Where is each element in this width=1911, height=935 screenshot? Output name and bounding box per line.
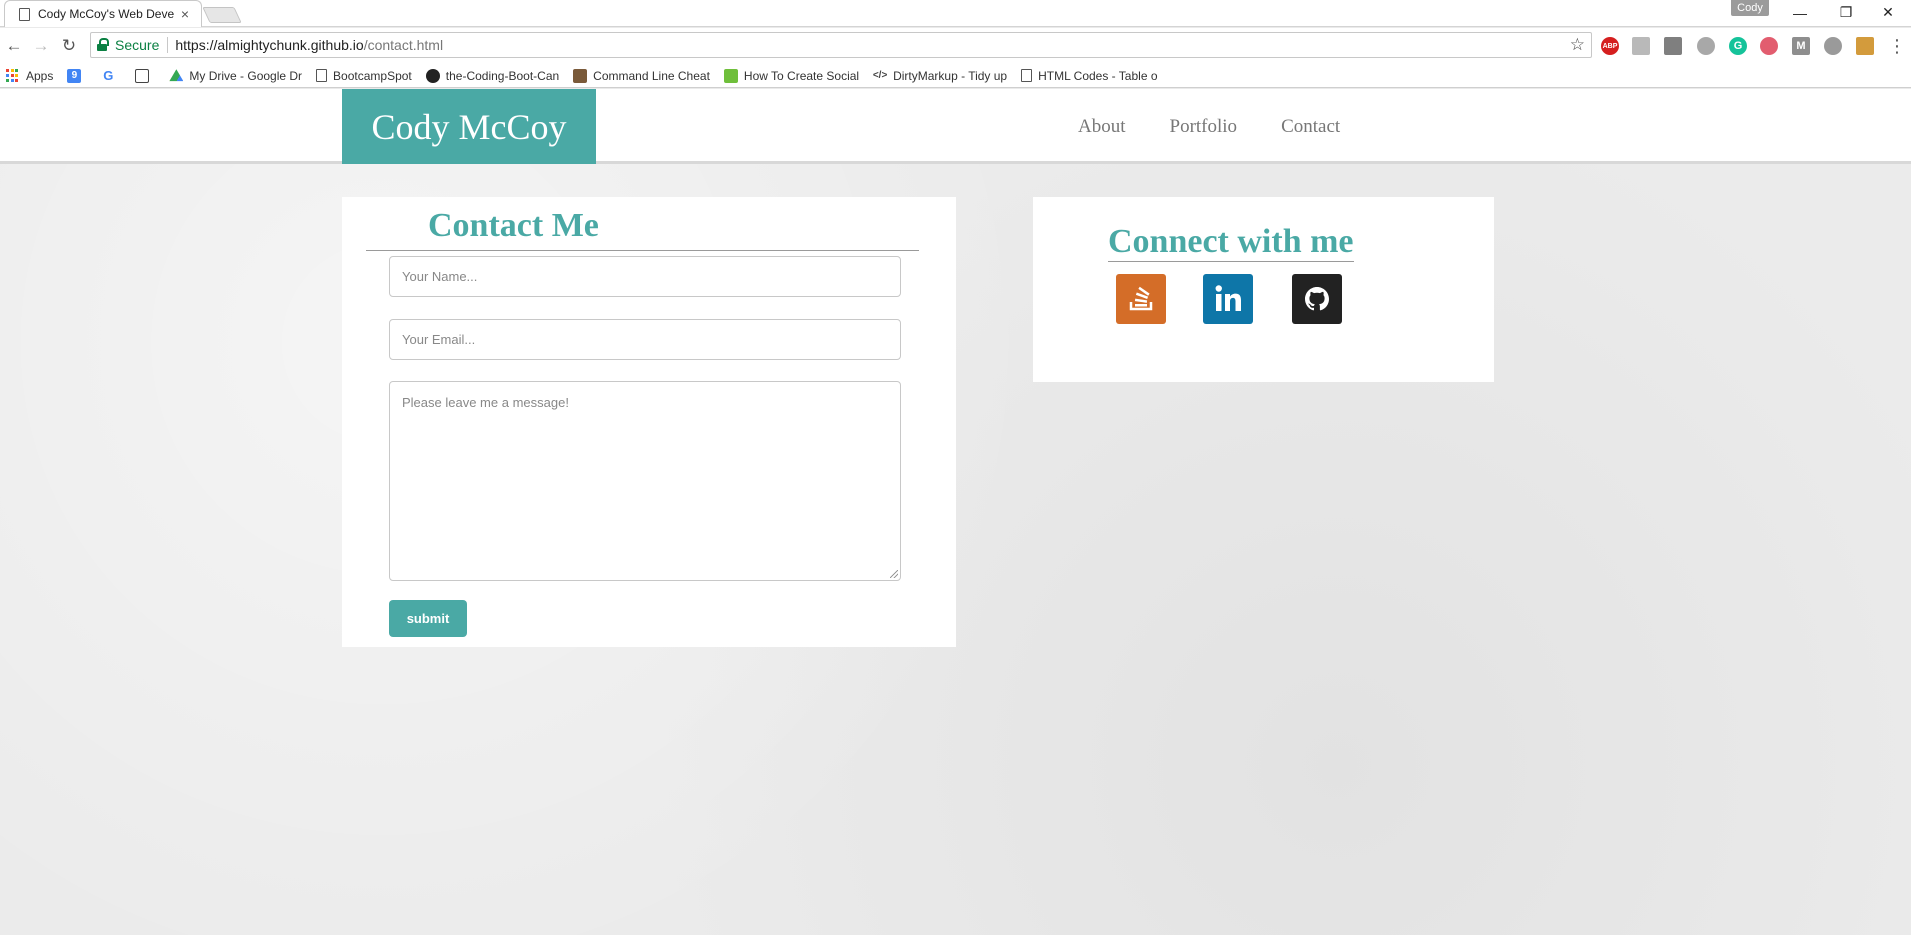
bookmark-google[interactable]: G (101, 68, 121, 83)
bookmark-dirtymarkup[interactable]: </> DirtyMarkup - Tidy up (873, 69, 1007, 83)
menu-kebab-icon[interactable]: ⋮ (1885, 34, 1909, 58)
ruler-icon[interactable] (1856, 37, 1874, 55)
omnibox-divider (167, 37, 169, 53)
site-header: Cody McCoy About Portfolio Contact (0, 89, 1911, 164)
url-host: https://almightychunk.github.io (175, 37, 364, 53)
profile-badge[interactable]: Cody (1731, 0, 1769, 16)
bookmark-label: My Drive - Google Dr (189, 68, 303, 83)
github-icon (1305, 287, 1329, 311)
bookmark-label: Command Line Cheat (593, 68, 710, 83)
address-bar[interactable]: Secure https://almightychunk.github.io /… (90, 32, 1592, 58)
linkedin-link[interactable] (1203, 274, 1253, 324)
page-icon (19, 7, 30, 21)
browser-tab-strip: Cody McCoy's Web Deve × Cody — ❐ ✕ (0, 0, 1911, 27)
contact-title: Contact Me (428, 207, 599, 244)
github-icon (425, 68, 440, 83)
email-placeholder: Your Email... (402, 332, 476, 347)
url-path: /contact.html (363, 37, 444, 53)
w3-icon (723, 68, 738, 83)
page-viewport: Cody McCoy About Portfolio Contact Conta… (0, 89, 1911, 935)
google-icon: G (103, 68, 114, 83)
bookmark-calendar[interactable]: 9 (67, 68, 87, 83)
github-link[interactable] (1292, 274, 1342, 324)
nav-about[interactable]: About (1078, 116, 1126, 138)
record-icon[interactable] (1760, 37, 1778, 55)
message-textarea[interactable]: Please leave me a message! (389, 381, 901, 581)
bookmark-coding-boot-camp[interactable]: the-Coding-Boot-Can (425, 68, 560, 83)
contact-card: Contact Me Your Name... Your Email... Pl… (342, 197, 956, 647)
stackoverflow-icon (1129, 286, 1153, 311)
apps-grid-icon (6, 68, 20, 83)
name-input[interactable]: Your Name... (389, 256, 901, 297)
bookmark-my-drive[interactable]: My Drive - Google Dr (169, 69, 302, 83)
code-icon: </> (872, 70, 888, 81)
site-brand[interactable]: Cody McCoy (342, 89, 596, 164)
bookmark-bootcampspot[interactable]: BootcampSpot (316, 69, 412, 83)
nav-portfolio[interactable]: Portfolio (1170, 116, 1238, 138)
resize-grip-icon[interactable] (890, 570, 898, 578)
message-placeholder: Please leave me a message! (402, 395, 569, 410)
page-icon (316, 69, 328, 82)
bookmarks-bar: Apps 9 G My Drive - Google Dr BootcampSp… (0, 64, 1911, 88)
bookmark-command-line-cheat[interactable]: Command Line Cheat (573, 68, 710, 83)
bookmark-apps[interactable]: Apps (6, 68, 54, 83)
reload-icon[interactable]: ↻ (57, 34, 81, 58)
tab-title: Cody McCoy's Web Deve (38, 7, 175, 21)
browser-toolbar: ← → ↻ Secure https://almightychunk.githu… (0, 28, 1911, 64)
site-nav: About Portfolio Contact (1078, 89, 1384, 164)
bookmark-label: DirtyMarkup - Tidy up (893, 68, 1008, 83)
bookmark-reader[interactable] (135, 68, 155, 83)
forward-icon[interactable]: → (29, 34, 53, 58)
bug-icon[interactable] (1824, 37, 1842, 55)
adblock-icon[interactable]: ABP (1601, 37, 1619, 55)
bookmark-html-codes[interactable]: HTML Codes - Table o (1021, 68, 1158, 83)
bookmark-label: Apps (26, 68, 54, 83)
linkedin-icon (1215, 285, 1241, 311)
connect-card: Connect with me (1033, 197, 1494, 382)
grammarly-icon[interactable]: G (1729, 37, 1747, 55)
bookmark-create-social[interactable]: How To Create Social (723, 68, 860, 83)
bookmark-star-icon[interactable]: ☆ (1570, 35, 1585, 55)
bookmark-label: the-Coding-Boot-Can (445, 68, 560, 83)
drive-extension-icon[interactable] (1697, 37, 1715, 55)
cheatsheet-icon (573, 68, 588, 83)
secure-label: Secure (115, 37, 160, 53)
m-extension-icon[interactable]: M (1792, 37, 1810, 55)
book-icon (135, 68, 150, 83)
connect-title: Connect with me (1108, 223, 1354, 262)
email-input[interactable]: Your Email... (389, 319, 901, 360)
submit-button[interactable]: submit (389, 600, 467, 637)
nav-contact[interactable]: Contact (1281, 116, 1340, 138)
extension-icon[interactable] (1632, 37, 1650, 55)
back-icon[interactable]: ← (2, 34, 26, 58)
minimize-icon[interactable]: — (1777, 0, 1823, 25)
stackoverflow-link[interactable] (1116, 274, 1166, 324)
lock-icon (97, 38, 109, 52)
contact-divider (366, 250, 919, 251)
name-placeholder: Your Name... (402, 269, 478, 284)
bookmark-label: BootcampSpot (333, 68, 412, 83)
page-icon (1021, 69, 1033, 82)
close-window-icon[interactable]: ✕ (1865, 0, 1911, 25)
calendar-icon: 9 (67, 68, 82, 83)
new-tab-button[interactable] (202, 7, 242, 23)
restore-icon[interactable]: ❐ (1823, 0, 1869, 25)
tab-close-icon[interactable]: × (177, 6, 193, 22)
browser-tab-active[interactable]: Cody McCoy's Web Deve × (4, 0, 202, 27)
bookmark-label: HTML Codes - Table o (1038, 68, 1158, 83)
google-drive-icon (169, 69, 184, 82)
eyedropper-icon[interactable] (1664, 37, 1682, 55)
bookmark-label: How To Create Social (743, 68, 860, 83)
